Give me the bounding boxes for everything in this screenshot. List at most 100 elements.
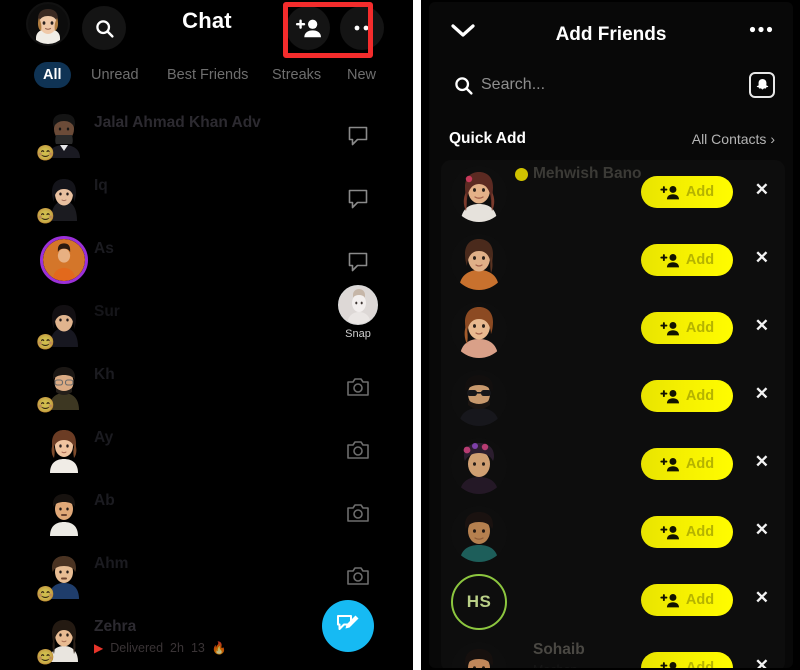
snap-badge[interactable]: Snap	[336, 285, 380, 340]
close-icon[interactable]: ✕	[755, 316, 769, 336]
add-button[interactable]: Add	[641, 652, 733, 668]
bitmoji-icon	[50, 494, 78, 536]
chat-name: Sur	[94, 303, 120, 320]
quick-add-list: Mehwish Bano Add ✕ Add ✕ Add ✕ Add ✕ Add…	[441, 160, 785, 668]
add-person-icon	[660, 457, 679, 471]
quick-add-item[interactable]: Add ✕	[441, 296, 785, 364]
more-options-icon[interactable]	[749, 26, 773, 33]
close-icon[interactable]: ✕	[755, 588, 769, 608]
friend-emoji: 😊	[36, 208, 55, 225]
friend-emoji: 😊	[36, 334, 55, 351]
add-button-label: Add	[685, 456, 715, 472]
avatar-with-story-ring[interactable]	[40, 236, 88, 284]
add-button[interactable]: Add	[641, 244, 733, 276]
bitmoji-icon	[451, 166, 507, 222]
add-person-glyph	[295, 19, 321, 38]
quick-add-header: Quick Add All Contacts ›	[429, 130, 793, 154]
avatar	[451, 234, 507, 290]
chat-name: Iq	[94, 177, 108, 194]
avatar-initials-text: HS	[466, 592, 492, 611]
close-icon[interactable]: ✕	[755, 520, 769, 540]
camera-icon[interactable]	[346, 565, 372, 591]
add-button[interactable]: Add	[641, 380, 733, 412]
chat-bubble-icon[interactable]	[346, 250, 372, 276]
avatar: 😊	[36, 175, 86, 225]
snapcode-ghost-icon[interactable]	[749, 72, 775, 98]
camera-glyph	[347, 567, 369, 585]
camera-icon[interactable]	[346, 439, 372, 465]
tab-new[interactable]: New	[338, 62, 385, 88]
left-phone-screenshot: Chat All Unread Best Friends Streaks New…	[0, 0, 413, 670]
close-icon[interactable]: ✕	[755, 248, 769, 268]
add-button[interactable]: Add	[641, 584, 733, 616]
friend-emoji: 😊	[36, 586, 55, 603]
status-dot	[515, 168, 528, 181]
add-button-label: Add	[685, 592, 715, 608]
tab-unread[interactable]: Unread	[82, 62, 148, 88]
chat-filter-tabs: All Unread Best Friends Streaks New	[20, 62, 394, 98]
add-friends-screen: Add Friends Search... Quick Add All Cont…	[429, 2, 793, 668]
quick-add-item[interactable]: Mehwish Bano Add ✕	[441, 160, 785, 228]
search-input[interactable]: Search...	[481, 76, 545, 94]
all-contacts-link[interactable]: All Contacts ›	[692, 131, 775, 147]
quick-add-item[interactable]: HS Add ✕	[441, 568, 785, 636]
add-person-icon	[660, 389, 679, 403]
avatar	[451, 370, 507, 426]
camera-icon[interactable]	[346, 502, 372, 528]
camera-icon[interactable]	[346, 376, 372, 402]
quick-add-item[interactable]: Add ✕	[441, 228, 785, 296]
friend-emoji: 😊	[36, 397, 55, 414]
avatar	[42, 490, 86, 538]
quick-add-item[interactable]: Sohaib Mechan Add ✕	[441, 636, 785, 668]
chat-bubble-icon[interactable]	[346, 124, 372, 150]
chat-name: Ab	[94, 492, 115, 509]
chevron-right-icon: ›	[770, 131, 775, 147]
bitmoji-icon	[50, 430, 78, 473]
camera-glyph	[347, 378, 369, 396]
snap-thumbnail	[338, 285, 378, 325]
friend-emoji: 😊	[36, 145, 55, 162]
bitmoji-icon	[451, 642, 507, 668]
add-friend-icon[interactable]	[286, 6, 330, 50]
delivered-arrow-icon: ▶	[94, 641, 104, 655]
bitmoji-icon	[451, 506, 507, 562]
close-icon[interactable]: ✕	[755, 384, 769, 404]
avatar	[451, 438, 507, 494]
compose-chat-button[interactable]	[322, 600, 374, 652]
quick-add-item[interactable]: Add ✕	[441, 432, 785, 500]
chat-list-item[interactable]: 😊 Kh	[20, 360, 394, 423]
chat-list-item[interactable]: Ab	[20, 486, 394, 549]
close-icon[interactable]: ✕	[755, 452, 769, 472]
chat-name: Ay	[94, 429, 114, 446]
close-icon[interactable]: ✕	[755, 180, 769, 200]
add-button[interactable]: Add	[641, 448, 733, 480]
chat-list-item[interactable]: Ay	[20, 423, 394, 486]
bitmoji-icon	[451, 234, 507, 290]
chat-header: Chat	[20, 0, 394, 60]
quick-add-item[interactable]: Add ✕	[441, 364, 785, 432]
chat-bubble-icon[interactable]	[346, 187, 372, 213]
chat-timestamp: 2h	[170, 641, 184, 655]
more-options-icon[interactable]	[340, 6, 384, 50]
chat-bubble-glyph	[348, 189, 368, 209]
close-icon[interactable]: ✕	[755, 656, 769, 668]
tab-all[interactable]: All	[34, 62, 71, 88]
add-button[interactable]: Add	[641, 516, 733, 548]
add-button[interactable]: Add	[641, 312, 733, 344]
add-button-label: Add	[685, 320, 715, 336]
quick-add-item[interactable]: Add ✕	[441, 500, 785, 568]
search-bar[interactable]: Search...	[429, 68, 793, 106]
quick-add-name: Sohaib	[533, 641, 585, 658]
chat-list-item[interactable]: 😊 Iq	[20, 171, 394, 234]
avatar	[451, 166, 507, 222]
tab-streaks[interactable]: Streaks	[263, 62, 330, 88]
chat-name: As	[94, 240, 114, 257]
add-person-icon	[660, 661, 677, 668]
tab-best-friends[interactable]: Best Friends	[158, 62, 257, 88]
add-button[interactable]: Add	[641, 176, 733, 208]
quick-add-name: Mehwish Bano	[533, 165, 642, 182]
avatar	[42, 427, 86, 475]
chat-list-item[interactable]: 😊 Jalal Ahmad Khan Adv	[20, 108, 394, 171]
chat-name: Jalal Ahmad Khan Adv	[94, 114, 261, 131]
chat-bubble-glyph	[348, 252, 368, 272]
